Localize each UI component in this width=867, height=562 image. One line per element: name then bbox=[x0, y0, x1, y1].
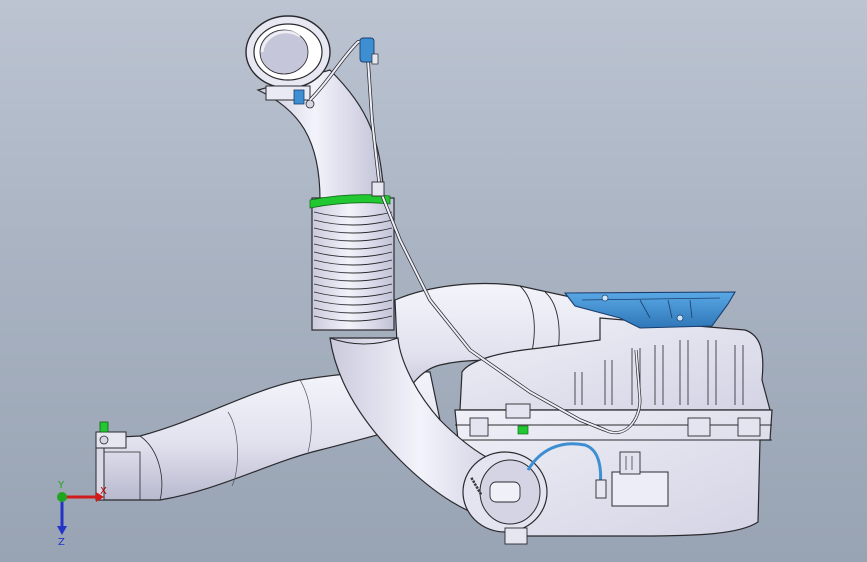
wire-plug bbox=[595, 479, 607, 499]
cad-model-scene: ▪▪▪▪▪▪ X Y Z bbox=[57, 15, 773, 548]
coordinate-triad: X Y Z bbox=[57, 480, 107, 548]
hose-green-tag bbox=[517, 425, 529, 435]
hose-top-clip bbox=[359, 37, 379, 65]
duct-mount-bracket bbox=[95, 421, 127, 449]
hose-mid-clip bbox=[371, 181, 385, 197]
cad-viewport[interactable]: ▪▪▪▪▪▪ X Y Z bbox=[0, 0, 867, 562]
triad-y-axis bbox=[57, 492, 67, 502]
triad-z-label: Z bbox=[58, 537, 65, 548]
triad-x-label: X bbox=[100, 486, 107, 497]
triad-y-label: Y bbox=[57, 480, 65, 491]
